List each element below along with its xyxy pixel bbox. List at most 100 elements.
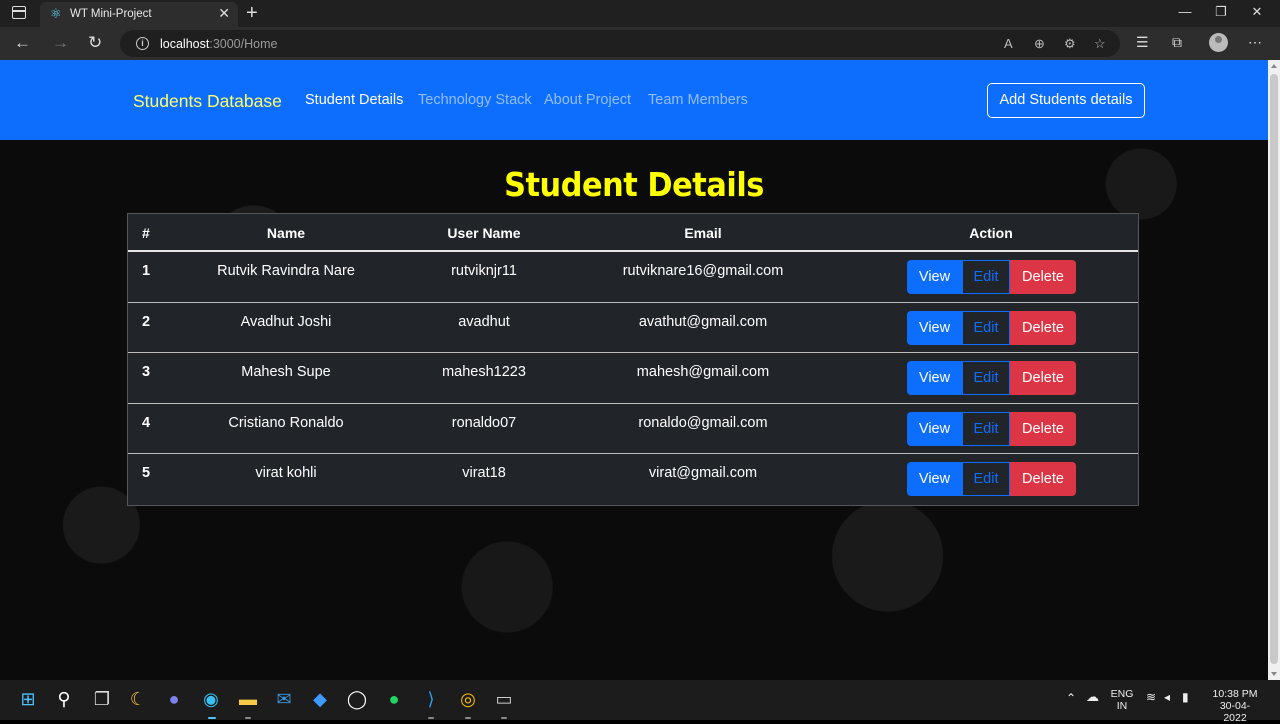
row-index: 1 [142, 263, 151, 279]
view-button[interactable]: View [907, 310, 962, 345]
scroll-down-arrow-icon[interactable] [1271, 672, 1277, 676]
clock-date: 30-04-2022 [1219, 700, 1251, 724]
battery-icon[interactable]: ▮ [1182, 691, 1189, 703]
widgets-icon[interactable]: ☾ [126, 688, 150, 710]
scroll-thumb[interactable] [1270, 74, 1278, 664]
table-row: 4 Cristiano Ronaldo ronaldo07 ronaldo@gmail… [128, 404, 1138, 454]
running-app-indicator [245, 717, 251, 719]
github-icon[interactable]: ◯ [345, 688, 369, 710]
table-header: # Name User Name Email Action [128, 214, 1138, 252]
forward-icon[interactable]: → [52, 33, 69, 53]
running-app-indicator [501, 717, 507, 719]
row-name: Avadhut Joshi [240, 313, 332, 330]
edit-button[interactable]: Edit [962, 361, 1010, 395]
column-header-action: Action [969, 225, 1013, 241]
read-aloud-icon[interactable]: A [1004, 36, 1013, 51]
edge-browser-icon[interactable]: ◉ [199, 688, 223, 710]
row-name: virat kohli [255, 465, 317, 481]
edit-button[interactable]: Edit [962, 462, 1010, 496]
dropbox-icon[interactable]: ◆ [308, 688, 332, 710]
back-icon[interactable]: ← [14, 33, 31, 53]
zoom-icon[interactable]: ⊕ [1034, 36, 1045, 52]
view-button[interactable]: View [907, 411, 962, 446]
row-email: mahesh@gmail.com [636, 364, 770, 380]
browser-tab-bar: ⚛ WT Mini-Project ✕ + — ❐ ✕ [0, 0, 1280, 27]
view-button[interactable]: View [907, 462, 962, 496]
page-title: Student Details [504, 165, 764, 204]
new-tab-icon[interactable]: + [246, 2, 258, 24]
start-windows-icon[interactable]: ⊞ [16, 688, 40, 710]
react-icon: ⚛ [50, 6, 62, 21]
vertical-scrollbar[interactable] [1268, 60, 1280, 680]
terminal-icon[interactable]: ▭ [492, 688, 516, 710]
nav-team-members[interactable]: Team Members [648, 92, 748, 108]
task-view-icon[interactable]: ❐ [90, 688, 114, 710]
chrome-icon[interactable]: ◎ [456, 688, 480, 710]
address-bar[interactable]: i localhost:3000/Home A ⊕ ⚙ ☆ [120, 30, 1120, 57]
clock-time: 10:38 PM [1212, 688, 1258, 700]
edit-button[interactable]: Edit [962, 411, 1010, 446]
running-app-indicator [428, 717, 434, 719]
clock[interactable]: 10:38 PM 30-04-2022 [1210, 688, 1260, 724]
favorite-star-icon[interactable]: ☆ [1094, 36, 1106, 52]
delete-button[interactable]: Delete [1010, 260, 1076, 294]
row-username: rutviknjr11 [451, 263, 517, 279]
info-icon[interactable]: i [136, 37, 149, 50]
row-username: virat18 [462, 465, 506, 481]
scroll-up-arrow-icon[interactable] [1271, 64, 1277, 68]
row-email: avathut@gmail.com [638, 313, 768, 330]
app-available-icon[interactable]: ⚙ [1064, 36, 1076, 52]
row-index: 5 [142, 465, 151, 481]
delete-button[interactable]: Delete [1010, 361, 1076, 395]
url-text[interactable]: localhost:3000/Home [160, 37, 277, 51]
wifi-icon[interactable]: ≋ [1146, 691, 1156, 703]
windows-taskbar: ⊞ ⚲ ❐ ☾ ● ◉ ▬ ✉ ◆ ◯ ● ⟩ ◎ ▭ ⌃ ☁ ENG IN ≋… [0, 680, 1280, 724]
view-button[interactable]: View [907, 361, 962, 395]
favorites-icon[interactable]: ☰ [1136, 34, 1149, 51]
browser-toolbar: ← → ↻ i localhost:3000/Home A ⊕ ⚙ ☆ ☰ ⧉ … [0, 27, 1280, 60]
row-index: 3 [142, 364, 151, 380]
nav-technology-stack[interactable]: Technology Stack [418, 92, 532, 108]
refresh-icon[interactable]: ↻ [88, 33, 102, 53]
delete-button[interactable]: Delete [1010, 462, 1076, 496]
mail-icon[interactable]: ✉ [272, 688, 296, 710]
edit-button[interactable]: Edit [962, 260, 1010, 294]
row-name: Cristiano Ronaldo [228, 414, 344, 431]
volume-icon[interactable]: ◂ [1164, 691, 1170, 703]
table-row: 2 Avadhut Joshi avadhut avathut@gmail.com Vi… [128, 303, 1138, 353]
file-explorer-icon[interactable]: ▬ [236, 688, 260, 710]
region-code: IN [1116, 700, 1128, 712]
view-button[interactable]: View [907, 260, 962, 294]
row-username: ronaldo07 [451, 414, 517, 431]
delete-button[interactable]: Delete [1010, 411, 1076, 446]
vscode-icon[interactable]: ⟩ [419, 688, 443, 710]
table-row: 1 Rutvik Ravindra Nare rutviknjr11 rutvikna… [128, 252, 1138, 303]
collections-icon[interactable]: ⧉ [1172, 34, 1182, 51]
search-icon[interactable]: ⚲ [52, 688, 76, 710]
browser-tab[interactable]: ⚛ WT Mini-Project ✕ [40, 2, 238, 27]
column-header-name: Name [266, 225, 306, 241]
add-students-button[interactable]: Add Students details [987, 83, 1145, 118]
nav-student-details[interactable]: Student Details [305, 92, 403, 108]
spotify-icon[interactable]: ● [382, 688, 406, 710]
tab-actions-icon[interactable] [12, 6, 26, 19]
onedrive-cloud-icon[interactable]: ☁ [1086, 690, 1099, 703]
active-app-indicator [208, 717, 216, 719]
language-indicator[interactable]: ENG IN [1110, 688, 1134, 712]
table-row: 3 Mahesh Supe mahesh1223 mahesh@gmail.com Vi… [128, 353, 1138, 404]
show-hidden-icons-chevron-icon[interactable]: ⌃ [1066, 692, 1076, 704]
students-table: # Name User Name Email Action 1 Rutvik Ra… [127, 213, 1139, 506]
profile-avatar[interactable] [1209, 33, 1228, 52]
nav-about-project[interactable]: About Project [544, 92, 631, 108]
row-email: virat@gmail.com [648, 465, 758, 481]
teams-chat-icon[interactable]: ● [162, 688, 186, 710]
column-header-email: Email [684, 225, 722, 241]
edit-button[interactable]: Edit [962, 310, 1010, 345]
more-menu-icon[interactable]: ⋯ [1248, 34, 1262, 51]
close-tab-icon[interactable]: ✕ [218, 6, 230, 20]
delete-button[interactable]: Delete [1010, 310, 1076, 345]
brand-link[interactable]: Students Database [133, 91, 282, 112]
row-name: Mahesh Supe [241, 364, 331, 380]
row-email: rutviknare16@gmail.com [622, 263, 784, 279]
close-window-icon[interactable]: ✕ [1234, 4, 1280, 20]
